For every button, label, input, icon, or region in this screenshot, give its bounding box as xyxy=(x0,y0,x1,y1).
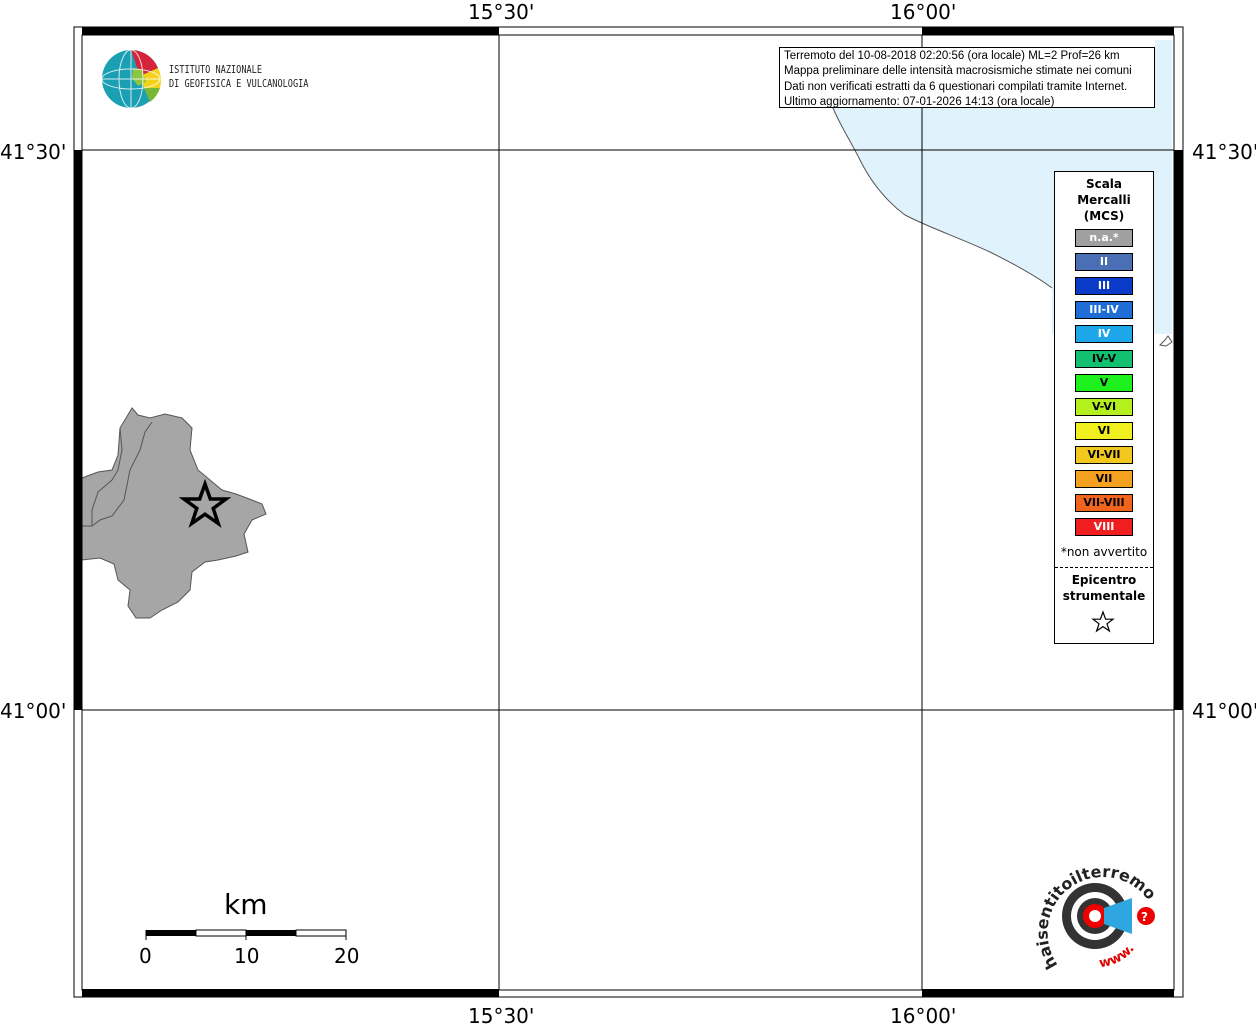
legend-swatch: III xyxy=(1075,277,1133,296)
info-line-event: Terremoto del 10-08-2018 02:20:56 (ora l… xyxy=(784,50,1120,62)
legend-swatch: VI-VII xyxy=(1075,445,1133,464)
info-line-data: Dati non verificati estratti da 6 questi… xyxy=(784,80,1128,93)
ingv-name-line2: DI GEOFISICA E VULCANOLOGIA xyxy=(169,77,309,90)
lon-label-bottom-1: 15°30' xyxy=(468,1004,535,1028)
lon-label-top-2: 16°00' xyxy=(890,0,957,24)
legend-title-line1: Scala xyxy=(1085,177,1123,191)
ingv-logo xyxy=(100,48,162,114)
legend-epicenter-label: Epicentro strumentale xyxy=(1055,572,1153,604)
scale-label-0: 0 xyxy=(139,944,152,968)
lon-label-bottom-2: 16°00' xyxy=(890,1004,957,1028)
legend-swatch: VIII xyxy=(1075,518,1133,537)
lat-label-left-1: 41°30' xyxy=(0,140,67,164)
legend-swatch: VI xyxy=(1075,421,1133,440)
scale-bar xyxy=(145,929,347,940)
scale-label-10: 10 xyxy=(234,944,260,968)
lat-label-right-1: 41°30' xyxy=(1192,140,1256,164)
lat-label-left-2: 41°00' xyxy=(0,699,67,723)
mcs-legend: Scala Mercalli (MCS) n.a.* II III III-IV IV I… xyxy=(1054,171,1154,644)
legend-separator xyxy=(1055,567,1153,568)
hsit-logo-text: haisentitoilterremoto.it www. ? xyxy=(1030,855,1160,973)
info-line-updated: Ultimo aggiornamento: 07-01-2026 14:13 (… xyxy=(784,96,1055,108)
hsit-www-text: www. xyxy=(1098,941,1138,971)
legend-swatch: II xyxy=(1075,253,1133,272)
lat-label-right-2: 41°00' xyxy=(1192,699,1256,723)
legend-swatch: VII xyxy=(1075,470,1133,488)
ingv-globe-icon xyxy=(101,49,161,109)
legend-star-icon xyxy=(1091,610,1115,633)
hsit-question-icon: ? xyxy=(1141,910,1148,924)
coastline-fragment xyxy=(1158,335,1173,347)
scale-label-20: 20 xyxy=(334,944,360,968)
scale-unit: km xyxy=(224,888,268,921)
legend-note: *non avvertito xyxy=(1060,545,1148,559)
legend-swatch: VII-VIII xyxy=(1075,494,1133,513)
legend-swatch: III-IV xyxy=(1075,301,1133,320)
legend-title-line2: Mercalli xyxy=(1077,193,1131,207)
legend-swatch: V xyxy=(1075,373,1133,392)
legend-swatch: IV xyxy=(1075,325,1133,344)
ingv-name-line1: ISTITUTO NAZIONALE xyxy=(169,63,262,76)
event-info-box: Terremoto del 10-08-2018 02:20:56 (ora l… xyxy=(779,47,1155,108)
legend-title-line3: (MCS) xyxy=(1083,209,1125,223)
legend-title: Scala Mercalli (MCS) xyxy=(1055,176,1153,224)
svg-text:www.: www. xyxy=(1098,941,1138,971)
legend-swatch: V-VI xyxy=(1075,397,1133,416)
lon-label-top-1: 15°30' xyxy=(468,0,535,24)
municipality-area[interactable] xyxy=(81,407,267,619)
ingv-name: ISTITUTO NAZIONALE DI GEOFISICA E VULCAN… xyxy=(169,63,308,91)
info-line-map: Mappa preliminare delle intensità macros… xyxy=(784,65,1132,78)
legend-swatch: IV-V xyxy=(1075,349,1133,368)
legend-epicenter-line2: strumentale xyxy=(1062,589,1146,603)
legend-swatch: n.a.* xyxy=(1075,229,1133,247)
legend-epicenter-line1: Epicentro xyxy=(1071,573,1137,587)
